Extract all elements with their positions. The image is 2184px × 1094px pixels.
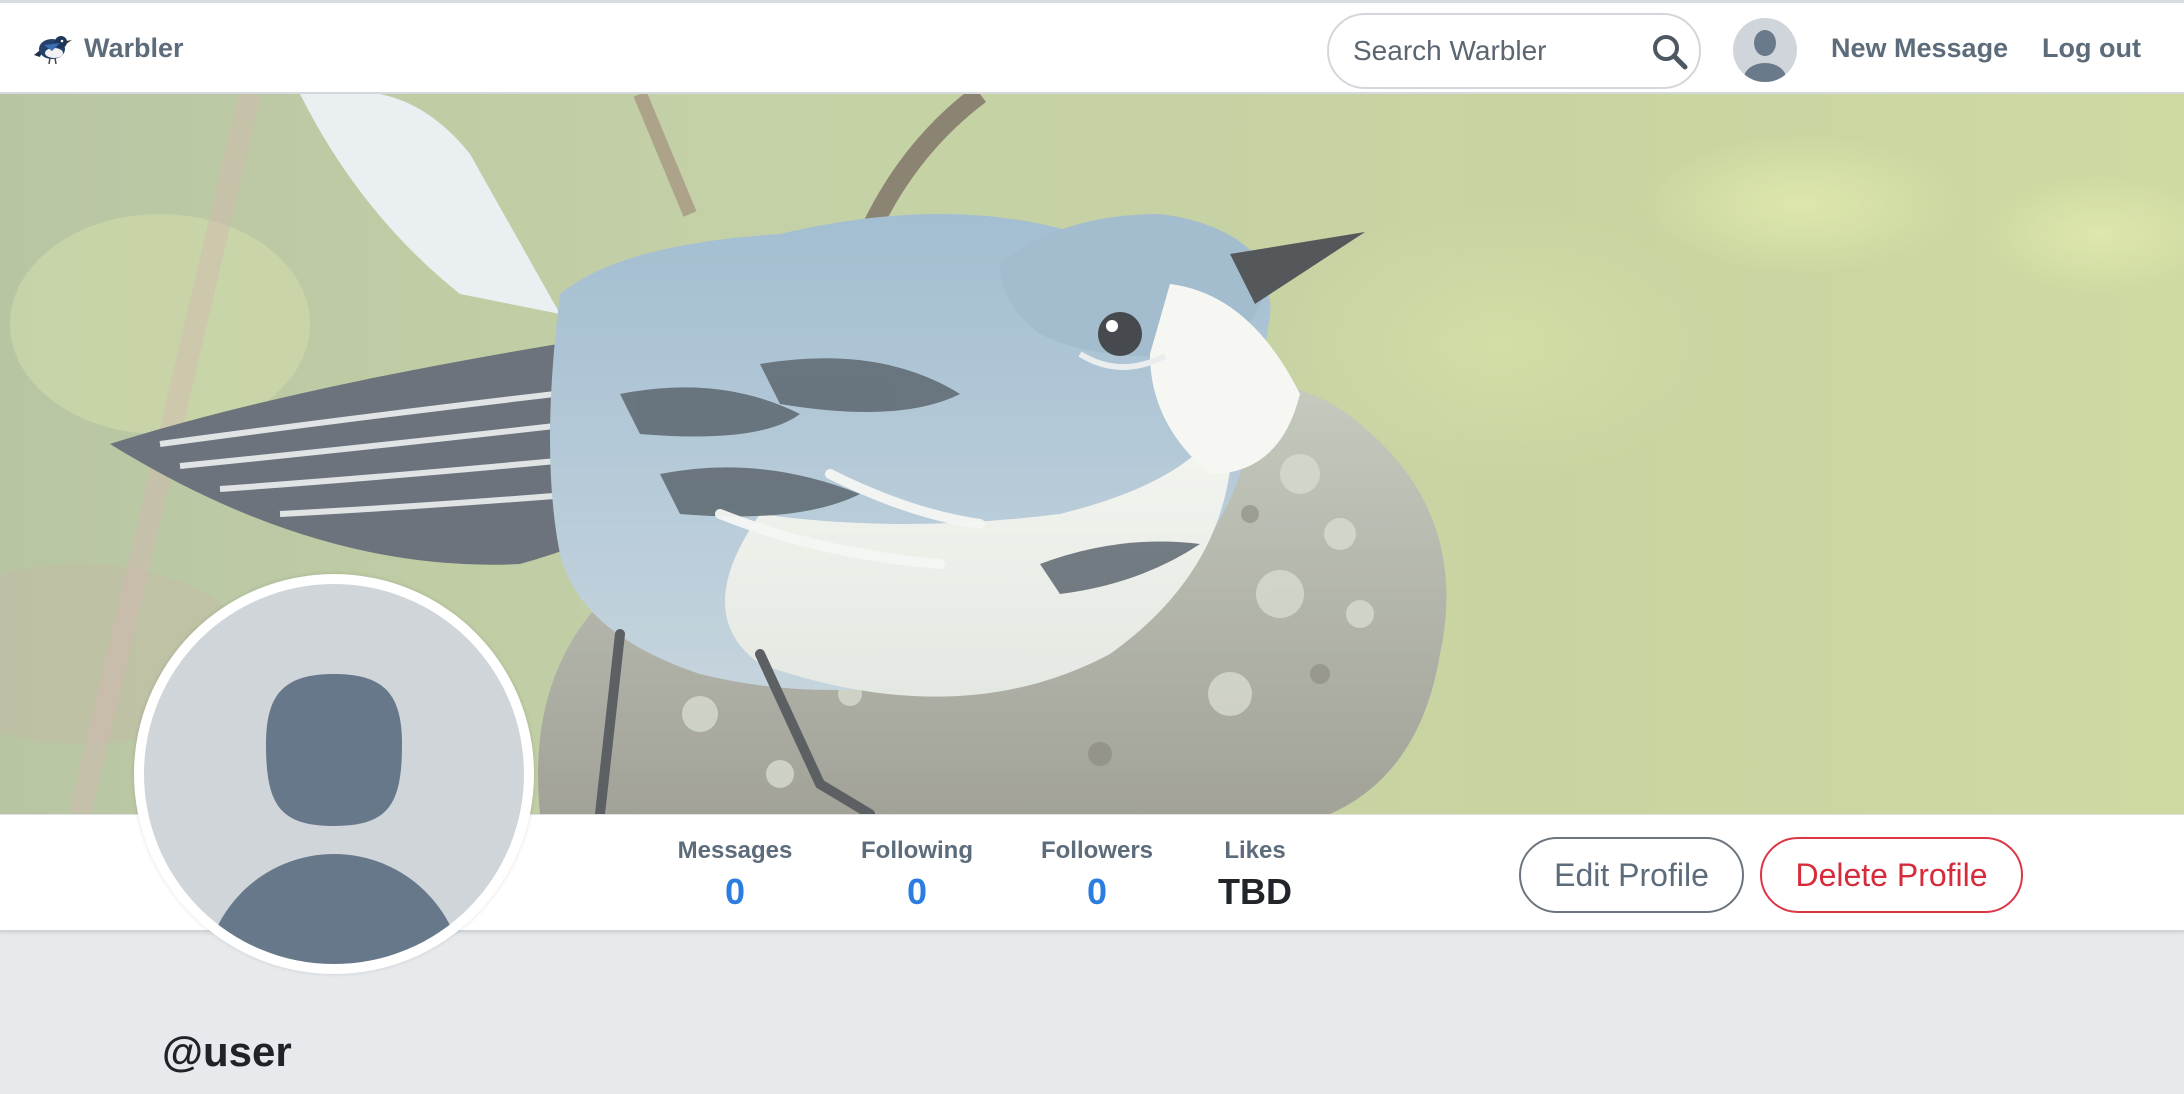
stat-label: Likes [1224,837,1286,864]
logout-link[interactable]: Log out [2042,33,2141,64]
stat-value[interactable]: 0 [857,871,977,913]
stat-followers[interactable]: Followers 0 [1036,837,1158,913]
profile-username: @user [162,1028,292,1075]
new-message-link[interactable]: New Message [1831,33,2008,64]
stat-label: Followers [1040,837,1154,864]
brand-name: Warbler [84,32,184,63]
brand-link[interactable]: Warbler [30,25,184,71]
stat-value[interactable]: 0 [672,871,798,913]
search-input[interactable] [1353,29,1633,73]
stat-label: Messages [677,837,793,864]
stat-messages[interactable]: Messages 0 [672,837,798,913]
warbler-logo-icon [34,36,72,65]
profile-avatar[interactable] [134,574,534,974]
default-avatar-icon [144,584,524,964]
navbar: Warbler New Message Log out [0,0,2184,94]
stat-following[interactable]: Following 0 [857,837,977,913]
delete-profile-button[interactable]: Delete Profile [1760,837,2023,913]
search-icon[interactable] [1651,33,1689,71]
user-avatar-icon[interactable] [1733,18,1797,82]
stat-likes: Likes TBD [1215,837,1295,913]
stat-value: TBD [1218,871,1292,912]
edit-profile-button[interactable]: Edit Profile [1519,837,1744,913]
stat-label: Following [861,837,973,864]
search-box [1327,13,1701,89]
stat-value[interactable]: 0 [1036,871,1158,913]
